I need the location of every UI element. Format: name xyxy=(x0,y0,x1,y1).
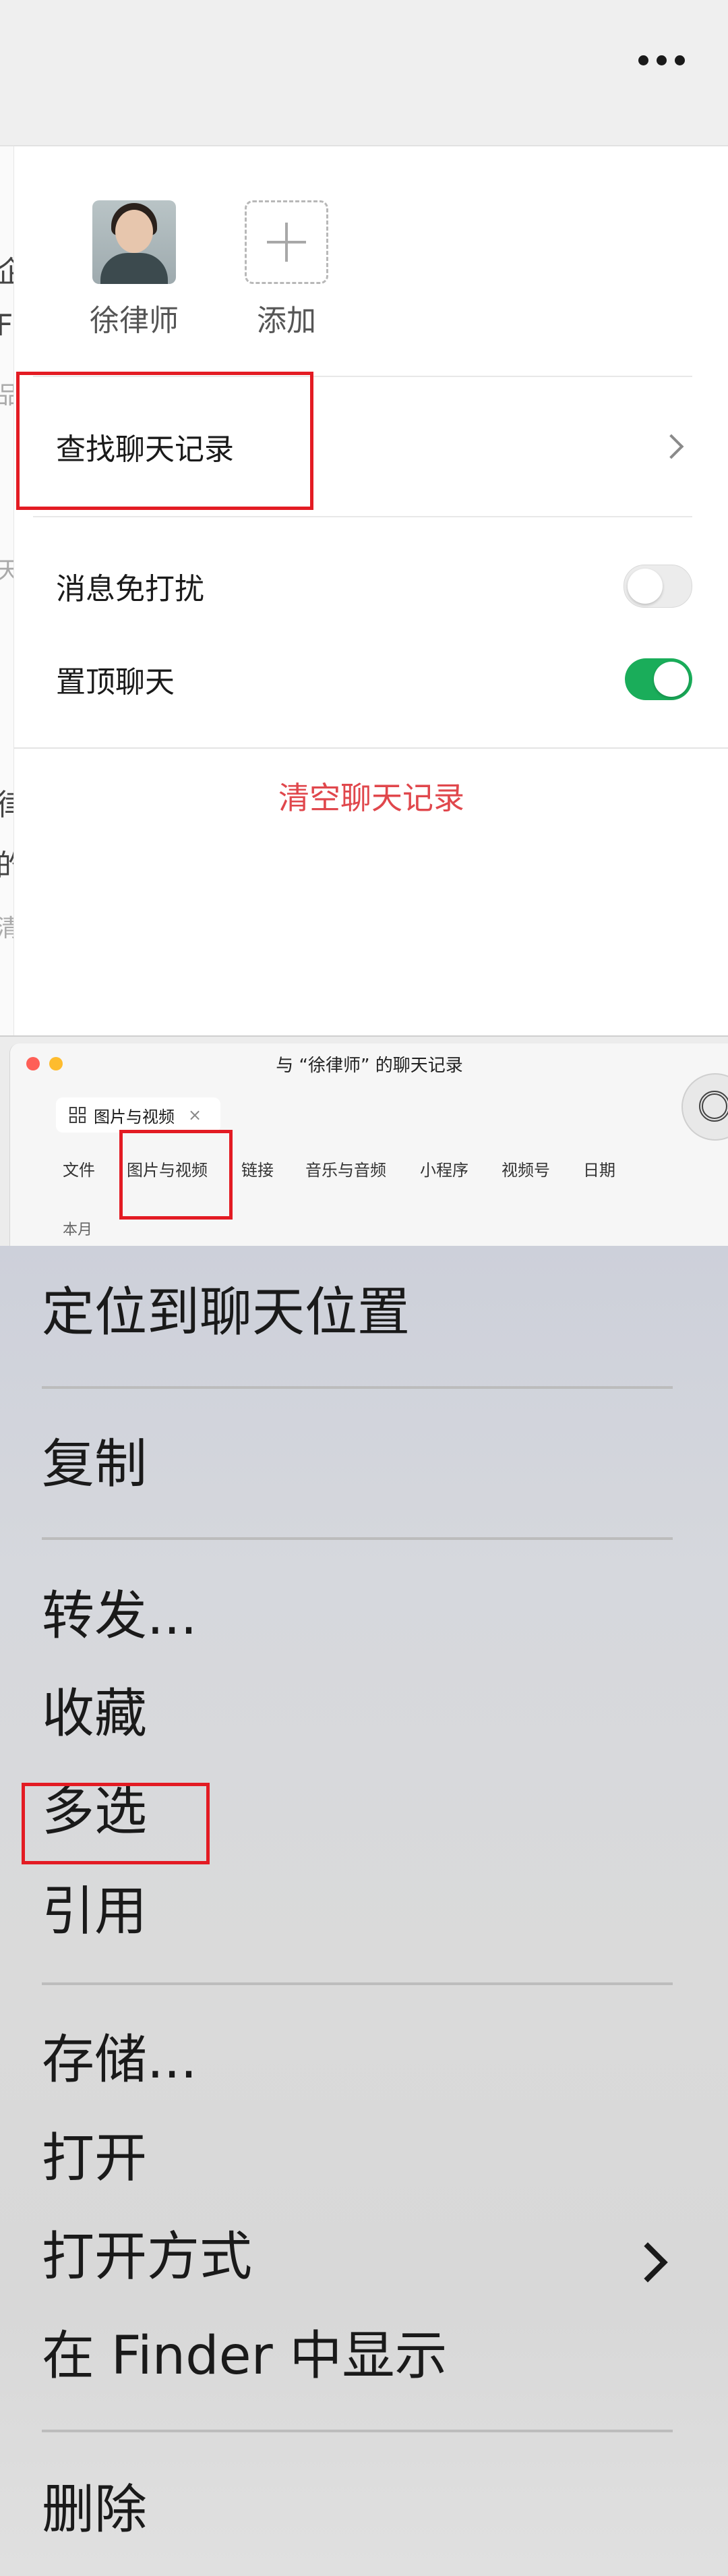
add-member[interactable]: 添加 xyxy=(229,200,344,339)
tab-photos-videos[interactable]: 图片与视频 × xyxy=(56,1097,220,1133)
pin-chat-row: 置顶聊天 xyxy=(56,649,692,710)
filter-tab-files[interactable]: 文件 xyxy=(63,1157,127,1180)
member-name: 徐律师 xyxy=(90,304,179,338)
menu-item-open[interactable]: 打开 xyxy=(42,2132,147,2185)
filter-tab-channels[interactable]: 视频号 xyxy=(502,1157,583,1180)
highlight-box xyxy=(16,372,313,510)
highlight-box xyxy=(22,1783,210,1864)
plus-icon[interactable] xyxy=(245,200,328,284)
mute-toggle[interactable] xyxy=(624,565,692,608)
menu-divider xyxy=(42,1537,673,1540)
floating-button-icon[interactable] xyxy=(681,1073,728,1141)
window: 与 “徐律师” 的聊天记录 图片与视频 × 文件 图片与视频 链接 音乐与音频 … xyxy=(9,1043,728,1247)
mute-label: 消息免打扰 xyxy=(56,572,204,606)
context-menu: 定位到聊天位置 复制 转发... 收藏 多选 引用 存储... 打开 打开方式 … xyxy=(0,1246,728,2576)
member-xu[interactable]: 徐律师 xyxy=(77,200,191,339)
menu-item-delete[interactable]: 删除 xyxy=(42,2484,147,2536)
menu-item-save[interactable]: 存储... xyxy=(42,2034,197,2086)
mute-row: 消息免打扰 xyxy=(56,556,692,617)
clear-history-button[interactable]: 清空聊天记录 xyxy=(14,774,728,818)
chat-settings-panel: 徐律师 添加 查找聊天记录 消息免打扰 置顶聊天 清空聊天记录 xyxy=(13,146,728,1035)
chevron-right-icon xyxy=(659,434,684,459)
chat-history-window: 与 “徐律师” 的聊天记录 图片与视频 × 文件 图片与视频 链接 音乐与音频 … xyxy=(0,1035,728,1247)
tab-label: 图片与视频 xyxy=(94,1107,175,1126)
chat-info-screen: 企 F 品 天 律 的 清 徐律师 添加 查找聊天记录 消息免打扰 置顶聊天 xyxy=(0,0,728,1035)
menu-divider xyxy=(42,1982,673,1985)
menu-divider xyxy=(42,1386,673,1389)
add-member-label: 添加 xyxy=(257,304,316,338)
window-title: 与 “徐律师” 的聊天记录 xyxy=(276,1056,463,1076)
filter-tab-links[interactable]: 链接 xyxy=(241,1157,305,1180)
filter-tab-mini-programs[interactable]: 小程序 xyxy=(420,1157,502,1180)
more-options-icon[interactable] xyxy=(638,55,685,65)
chevron-right-icon xyxy=(628,2242,668,2283)
top-bar xyxy=(0,0,728,146)
divider xyxy=(33,516,692,517)
menu-divider xyxy=(42,2430,673,2432)
pin-chat-label: 置顶聊天 xyxy=(56,665,175,699)
avatar xyxy=(92,200,176,284)
menu-item-copy[interactable]: 复制 xyxy=(42,1438,147,1491)
menu-item-show-in-finder[interactable]: 在 Finder 中显示 xyxy=(42,2330,447,2382)
pin-chat-toggle[interactable] xyxy=(625,658,692,700)
filter-tab-music-audio[interactable]: 音乐与音频 xyxy=(305,1157,420,1180)
section-label: 本月 xyxy=(63,1222,93,1238)
menu-item-open-with[interactable]: 打开方式 xyxy=(42,2231,252,2283)
background-chat-strip: 企 F 品 天 律 的 清 xyxy=(0,146,13,1035)
menu-item-quote[interactable]: 引用 xyxy=(42,1885,147,1938)
menu-item-favorite[interactable]: 收藏 xyxy=(42,1688,147,1740)
filter-tab-date[interactable]: 日期 xyxy=(583,1157,637,1180)
grid-icon xyxy=(69,1107,86,1123)
close-tab-icon[interactable]: × xyxy=(188,1106,202,1124)
divider xyxy=(14,747,728,749)
menu-item-locate[interactable]: 定位到聊天位置 xyxy=(42,1286,410,1339)
highlight-box xyxy=(119,1130,233,1220)
menu-item-forward[interactable]: 转发... xyxy=(42,1590,197,1642)
